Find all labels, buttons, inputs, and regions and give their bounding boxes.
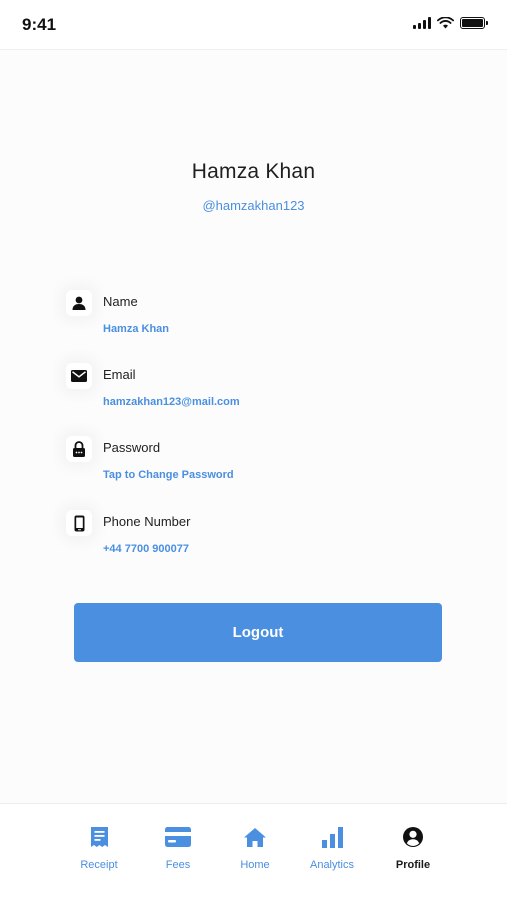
email-value: hamzakhan123@mail.com: [103, 396, 240, 408]
email-row[interactable]: Email hamzakhan123@mail.com: [0, 363, 507, 433]
battery-icon: [460, 17, 488, 29]
phone-row[interactable]: Phone Number +44 7700 900077: [0, 510, 507, 580]
tab-analytics[interactable]: Analytics: [297, 824, 367, 871]
status-time: 9:41: [22, 15, 57, 34]
change-password-link[interactable]: Tap to Change Password: [103, 469, 234, 481]
phone-value: +44 7700 900077: [103, 543, 189, 555]
wifi-icon: [437, 17, 454, 29]
tab-fees-label: Fees: [165, 859, 191, 871]
name-row[interactable]: Name Hamza Khan: [0, 290, 507, 360]
card-icon: [143, 824, 213, 850]
profile-handle: @hamzakhan123: [202, 198, 305, 213]
status-icons: [413, 17, 488, 29]
receipt-icon: [64, 824, 134, 850]
bar-chart-icon: [297, 824, 367, 850]
mail-icon: [66, 363, 92, 389]
user-icon: [66, 290, 92, 316]
lock-icon: [66, 436, 92, 462]
tab-receipt[interactable]: Receipt: [64, 824, 134, 871]
password-row[interactable]: Password Tap to Change Password: [0, 436, 507, 506]
name-label: Name: [103, 294, 138, 309]
profile-name: Hamza Khan: [191, 160, 316, 183]
tab-home-label: Home: [240, 859, 270, 871]
tab-analytics-label: Analytics: [309, 859, 355, 871]
tab-receipt-label: Receipt: [80, 859, 118, 871]
status-bar: 9:41: [0, 0, 507, 50]
tab-home[interactable]: Home: [220, 824, 290, 871]
phone-icon: [66, 510, 92, 536]
password-label: Password: [103, 440, 161, 455]
profile-icon: [378, 824, 448, 850]
email-label: Email: [103, 367, 136, 382]
bottom-tab-bar: Receipt Fees Home Analytics Profile: [0, 803, 507, 900]
tab-fees[interactable]: Fees: [143, 824, 213, 871]
phone-label: Phone Number: [103, 514, 191, 529]
cellular-signal-icon: [413, 17, 431, 29]
logout-button[interactable]: Logout: [74, 603, 442, 662]
name-value: Hamza Khan: [103, 323, 170, 335]
home-icon: [220, 824, 290, 850]
tab-profile-label: Profile: [395, 859, 431, 871]
tab-profile[interactable]: Profile: [378, 824, 448, 871]
